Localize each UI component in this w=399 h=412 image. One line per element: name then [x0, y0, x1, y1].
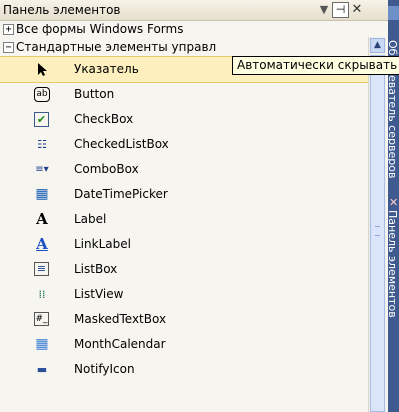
checkedlistbox-icon: ☷	[37, 138, 47, 151]
scroll-thumb[interactable]	[370, 55, 385, 412]
close-icon[interactable]: ✕	[350, 3, 364, 17]
pointer-icon	[34, 62, 50, 77]
grip-icon	[375, 226, 380, 236]
toolbox-item-label: MonthCalendar	[74, 337, 166, 351]
toolbox-item-listbox[interactable]: ≡ ListBox	[0, 257, 368, 282]
auto-hide-pin-icon[interactable]: ⊣	[332, 2, 349, 18]
toolbox-item-button[interactable]: ab Button	[0, 82, 368, 107]
toolbox-tab-icon: ✕	[389, 196, 399, 209]
category-common-controls[interactable]: − Стандартные элементы управл	[0, 38, 368, 56]
toolbox-item-label: CheckBox	[74, 112, 134, 126]
toolbox-item-combobox[interactable]: ≡▾ ComboBox	[0, 157, 368, 182]
toolbox-item-label: Button	[74, 87, 115, 101]
toolbox-item-label: DateTimePicker	[74, 187, 168, 201]
toolbox-item-label[interactable]: A Label	[0, 207, 368, 232]
linklabel-icon: A	[36, 235, 48, 253]
toolbox-item-label: ListView	[74, 287, 124, 301]
toolbox-item-label: ListBox	[74, 262, 118, 276]
toolbox-item-label: NotifyIcon	[74, 362, 135, 376]
toolbox-item-checkbox[interactable]: ✔ CheckBox	[0, 107, 368, 132]
side-tab-toolbox[interactable]: Панель элементов	[386, 210, 399, 360]
category-all-windows-forms[interactable]: + Все формы Windows Forms	[0, 20, 368, 38]
tooltip: Автоматически скрывать	[232, 56, 399, 75]
toolbox-item-label: LinkLabel	[74, 237, 131, 251]
server-explorer-icon[interactable]	[388, 6, 399, 20]
expand-icon[interactable]: +	[3, 24, 14, 35]
toolbox-title: Панель элементов	[3, 3, 121, 17]
toolbox-item-linklabel[interactable]: A LinkLabel	[0, 232, 368, 257]
category-label: Стандартные элементы управл	[16, 40, 217, 54]
toolbox-item-checkedlistbox[interactable]: ☷ CheckedListBox	[0, 132, 368, 157]
listbox-icon: ≡	[34, 262, 49, 276]
toolbox-item-monthcalendar[interactable]: ▦ MonthCalendar	[0, 332, 368, 357]
vertical-scrollbar[interactable]: ▲	[368, 37, 386, 412]
toolbox-item-label: CheckedListBox	[74, 137, 169, 151]
toolbox-item-datetimepicker[interactable]: ▦ DateTimePicker	[0, 182, 368, 207]
window-position-dropdown-icon[interactable]: ▼	[318, 3, 330, 17]
toolbox-item-listview[interactable]: ⁞⁞ ListView	[0, 282, 368, 307]
datetimepicker-icon: ▦	[35, 186, 49, 202]
scroll-up-icon[interactable]: ▲	[370, 38, 385, 53]
button-icon: ab	[34, 87, 50, 102]
maskedtextbox-icon: #_	[34, 312, 49, 326]
listview-icon: ⁞⁞	[38, 288, 46, 301]
checkbox-icon: ✔	[34, 112, 49, 127]
notifyicon-icon: ▬	[36, 363, 48, 376]
collapse-icon[interactable]: −	[3, 42, 14, 53]
toolbox-item-label: MaskedTextBox	[74, 312, 167, 326]
toolbox-item-label: Указатель	[74, 62, 139, 76]
monthcalendar-icon: ▦	[35, 336, 49, 352]
label-icon: A	[36, 210, 48, 228]
combobox-icon: ≡▾	[35, 164, 49, 175]
toolbox-item-label: ComboBox	[74, 162, 139, 176]
toolbox-item-notifyicon[interactable]: ▬ NotifyIcon	[0, 357, 368, 382]
side-tab-label: Панель элементов	[386, 210, 399, 318]
toolbox-item-label: Label	[74, 212, 107, 226]
category-label: Все формы Windows Forms	[16, 22, 184, 36]
toolbox-item-maskedtextbox[interactable]: #_ MaskedTextBox	[0, 307, 368, 332]
toolbox-title-bar: Панель элементов ▼ ⊣ ✕	[0, 0, 388, 21]
